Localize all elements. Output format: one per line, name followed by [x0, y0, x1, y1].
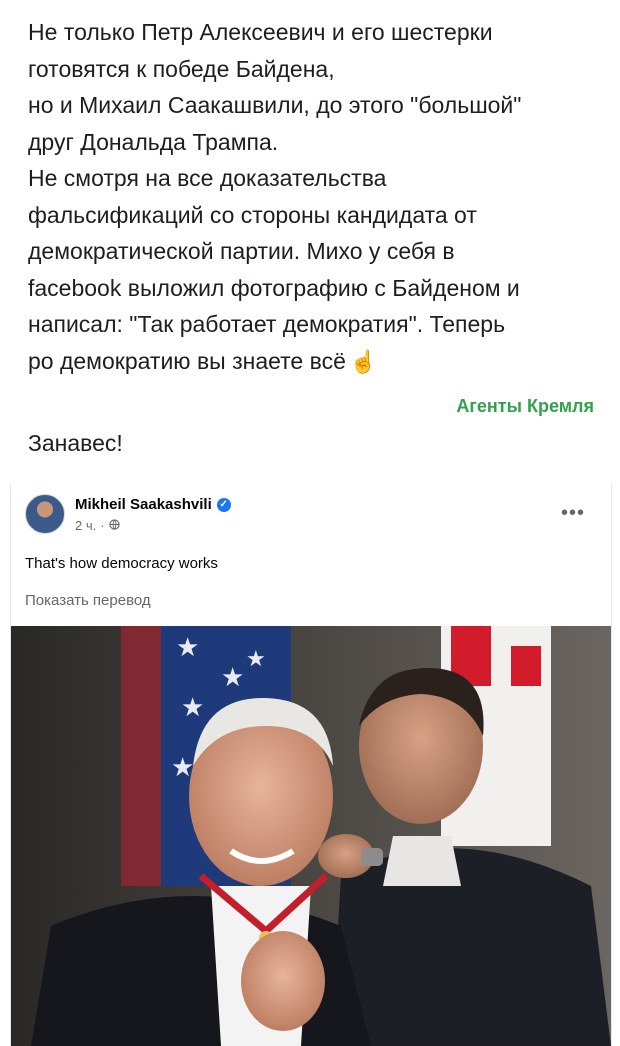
post-caption: That's how democracy works — [25, 555, 218, 572]
author-tag[interactable]: Агенты Кремля — [456, 396, 594, 417]
post-line: готовятся к победе Байдена, — [28, 55, 335, 82]
pointing-up-emoji-icon: ☝ — [349, 349, 378, 375]
post-line: друг Дональда Трампа. — [28, 128, 279, 155]
post-line: демократической партии. Михо у себя в — [28, 238, 455, 264]
svg-text:★: ★ — [246, 647, 266, 672]
svg-text:★: ★ — [221, 663, 244, 693]
author-name-row[interactable]: Mikheil Saakashvili ✓ — [75, 496, 231, 513]
more-options-icon[interactable]: ••• — [561, 502, 585, 525]
author-name[interactable]: Mikheil Saakashvili — [75, 496, 212, 513]
post-line: фальсификаций со стороны кандидата от — [28, 201, 477, 228]
post-line: facebook выложил фотографию с Байденом и — [28, 274, 520, 301]
photo-illustration: ★ ★ ★ ★ ★ ★ — [11, 626, 611, 1046]
embedded-facebook-post: Mikheil Saakashvili ✓ 2 ч. · ••• That's … — [10, 484, 612, 1046]
post-line: Не смотря на все доказательства — [28, 165, 387, 191]
post-line-text: ро демократию вы знаете всё — [28, 347, 346, 374]
translate-link[interactable]: Показать перевод — [25, 592, 151, 609]
svg-text:★: ★ — [181, 693, 204, 723]
post-line: но и Михаил Саакашвили, до этого "большо… — [28, 92, 522, 118]
verified-badge-icon: ✓ — [216, 497, 231, 512]
post-time[interactable]: 2 ч. — [75, 518, 96, 533]
post-line: Не только Петр Алексеевич и его шестерки — [28, 19, 493, 45]
post-line: написал: "Так работает демократия". Тепе… — [28, 311, 506, 337]
meta-separator: · — [100, 518, 105, 533]
post-photo[interactable]: ★ ★ ★ ★ ★ ★ — [11, 626, 611, 1046]
embed-header: Mikheil Saakashvili ✓ 2 ч. · ••• — [11, 484, 611, 544]
post-line: ро демократию вы знаете всё ☝ — [28, 343, 608, 381]
post-text: Не только Петр Алексеевич и его шестерки… — [28, 14, 608, 381]
avatar[interactable] — [25, 494, 65, 534]
post-meta: 2 ч. · — [75, 518, 120, 533]
svg-text:★: ★ — [176, 633, 199, 663]
closing-text: Занавес! — [28, 430, 123, 456]
globe-icon — [108, 518, 120, 533]
